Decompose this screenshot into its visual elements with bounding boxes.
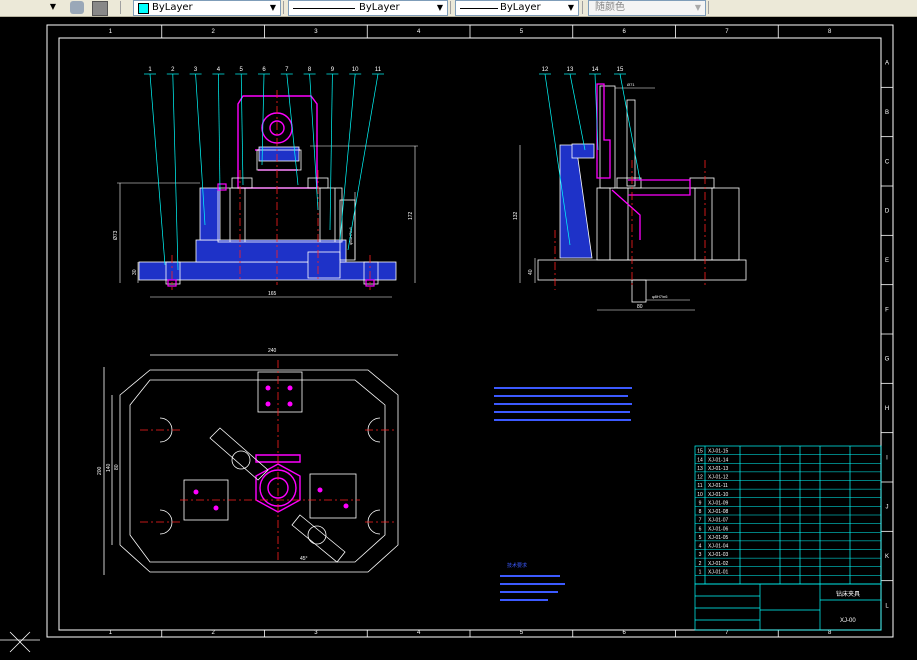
parts-row-code: XJ-01-14 <box>708 457 729 463</box>
dimension-front-left-height: Ø73 <box>113 230 119 240</box>
properties-toolbar: ▼ ByLayer ▼ ByLayer ▼ ByLayer ▼ 随颜色 ▼ <box>0 0 917 17</box>
parts-row-index: 5 <box>699 535 702 541</box>
parts-row-index: 9 <box>699 500 702 506</box>
balloon-label: 14 <box>592 67 599 73</box>
color-control-value: ByLayer <box>152 2 193 13</box>
balloon-label: 13 <box>567 67 574 73</box>
linetype-control-value: ByLayer <box>359 2 400 13</box>
linetype-sample <box>293 8 355 9</box>
dimension-top-height: 200 <box>97 466 103 475</box>
toolbar-separator <box>582 1 583 14</box>
parts-row-code: XJ-01-08 <box>708 509 729 515</box>
lineweight-sample <box>460 8 498 9</box>
frame-row-label: C <box>885 159 890 165</box>
drawing-title: 钻床夹具 <box>836 590 860 598</box>
layer-dropdown-tail[interactable]: ▼ <box>0 0 62 14</box>
chevron-down-icon: ▼ <box>694 3 702 12</box>
dimension-top-width: 240 <box>268 348 277 354</box>
dimension-front-base: 30 <box>132 269 138 275</box>
parts-row-index: 2 <box>699 561 702 567</box>
balloon-label: 12 <box>542 67 549 73</box>
parts-row-code: XJ-01-05 <box>708 535 729 541</box>
frame-row-label: A <box>885 61 889 67</box>
parts-row-index: 1 <box>699 569 702 575</box>
color-control-dropdown[interactable]: ByLayer ▼ <box>133 0 281 16</box>
frame-row-label: G <box>885 357 890 363</box>
parts-row-index: 14 <box>697 457 703 463</box>
drawing-number: XJ-00 <box>840 618 856 624</box>
parts-row-index: 3 <box>699 552 702 558</box>
balloon-label: 15 <box>617 67 624 73</box>
parts-row-code: XJ-01-04 <box>708 544 729 550</box>
toolbar-separator <box>120 1 121 14</box>
toolbar-separator <box>283 1 284 14</box>
layer-properties-icon[interactable] <box>70 1 84 14</box>
toolbar-separator <box>708 1 709 14</box>
parts-row-code: XJ-01-12 <box>708 475 729 481</box>
chevron-down-icon: ▼ <box>269 3 277 12</box>
parts-row-code: XJ-01-01 <box>708 569 729 575</box>
dimension-side-base: 40 <box>528 269 534 275</box>
dimension-side-width: 80 <box>637 304 643 310</box>
dimension-side-top: Ø71 <box>627 82 635 87</box>
dimension-top-inner2: 80 <box>114 464 120 470</box>
balloon-label: 10 <box>352 67 359 73</box>
plotstyle-control-value: 随颜色 <box>595 2 625 13</box>
frame-row-label: B <box>885 110 889 116</box>
canvas-background <box>0 17 917 660</box>
parts-row-index: 7 <box>699 518 702 524</box>
dimension-side-fit: φ8H7/n6 <box>652 294 668 299</box>
parts-row-code: XJ-01-10 <box>708 492 729 498</box>
balloon-label: 11 <box>375 67 382 73</box>
dimension-side-height: 132 <box>513 211 519 220</box>
parts-row-code: XJ-01-11 <box>708 483 728 489</box>
frame-row-label: H <box>885 406 889 412</box>
frame-row-label: J <box>886 505 889 511</box>
parts-row-code: XJ-01-07 <box>708 518 729 524</box>
dimension-front-width: 165 <box>268 291 277 297</box>
parts-row-index: 15 <box>697 449 703 455</box>
parts-row-code: XJ-01-09 <box>708 500 729 506</box>
tech-notes-title: 技术要求 <box>507 562 527 569</box>
lineweight-control-value: ByLayer <box>500 2 541 13</box>
plotstyle-control-dropdown[interactable]: 随颜色 ▼ <box>588 0 706 16</box>
dimension-top-angle: 45° <box>300 556 308 562</box>
toolbar-separator <box>450 1 451 14</box>
parts-row-index: 8 <box>699 509 702 515</box>
color-swatch-icon <box>138 3 149 14</box>
parts-row-index: 6 <box>699 526 702 532</box>
layer-previous-icon[interactable] <box>92 1 108 16</box>
frame-row-label: E <box>885 258 889 264</box>
parts-row-index: 11 <box>697 483 702 489</box>
parts-row-index: 4 <box>699 544 702 550</box>
parts-row-code: XJ-01-03 <box>708 552 729 558</box>
frame-row-label: K <box>885 554 889 560</box>
chevron-down-icon: ▼ <box>567 3 575 12</box>
drawing-canvas[interactable]: 1122334455667788ABCDEFGHIJKL 165 172 Ø73… <box>0 17 917 660</box>
parts-row-code: XJ-01-13 <box>708 466 729 472</box>
lineweight-control-dropdown[interactable]: ByLayer ▼ <box>455 0 579 16</box>
chevron-down-icon: ▼ <box>49 2 57 11</box>
frame-row-label: D <box>885 209 890 215</box>
parts-row-index: 13 <box>697 466 703 472</box>
dimension-top-inner: 140 <box>106 463 112 472</box>
parts-row-index: 12 <box>697 475 703 481</box>
chevron-down-icon: ▼ <box>436 3 444 12</box>
parts-row-index: 10 <box>697 492 703 498</box>
parts-row-code: XJ-01-06 <box>708 526 729 532</box>
parts-row-code: XJ-01-15 <box>708 449 729 455</box>
linetype-control-dropdown[interactable]: ByLayer ▼ <box>288 0 448 16</box>
parts-row-code: XJ-01-02 <box>708 561 729 567</box>
dimension-front-height: 172 <box>408 211 414 220</box>
frame-row-label: F <box>885 307 889 313</box>
